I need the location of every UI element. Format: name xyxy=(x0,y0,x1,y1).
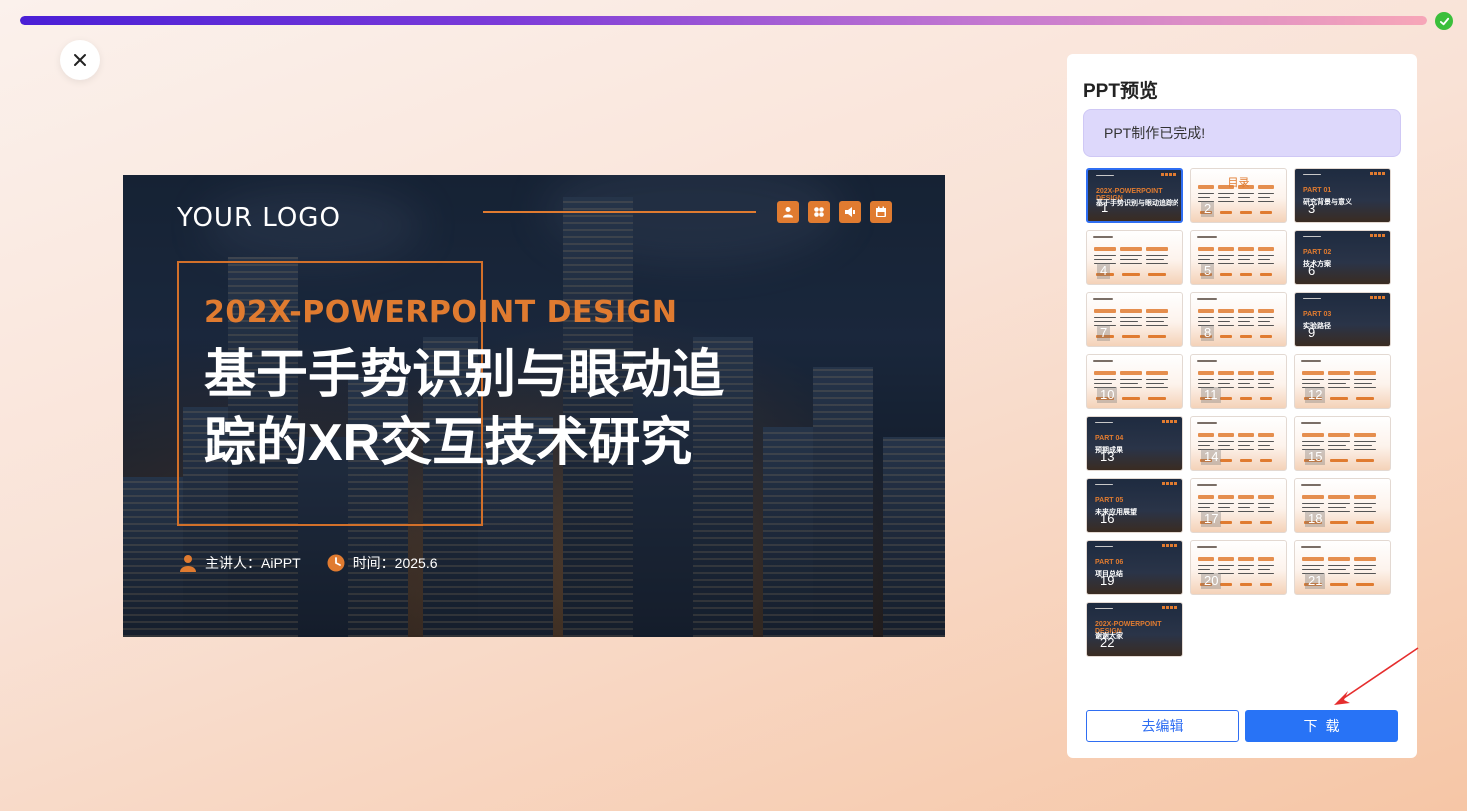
thumbnail-number: 19 xyxy=(1100,573,1115,588)
slide-subtitle: 202X-POWERPOINT DESIGN xyxy=(204,295,678,330)
thumbnail-part: PART 03 xyxy=(1303,311,1332,318)
slide-thumbnail[interactable]: 8 xyxy=(1190,292,1287,347)
slide-thumbnail[interactable]: 15 xyxy=(1294,416,1391,471)
slide-thumbnail[interactable]: PART 02 技术方案 6 xyxy=(1294,230,1391,285)
time-info: 时间：2025.6 xyxy=(327,553,438,573)
slide-thumbnail[interactable]: 目录 2 xyxy=(1190,168,1287,223)
slide-thumbnail[interactable]: 21 xyxy=(1294,540,1391,595)
download-button[interactable]: 下载 xyxy=(1245,710,1398,742)
thumbnail-part: PART 02 xyxy=(1303,249,1332,256)
progress-bar xyxy=(20,16,1427,25)
thumbnail-number: 3 xyxy=(1308,201,1316,216)
thumbnail-number: 1 xyxy=(1101,200,1109,215)
slide-meta: 主讲人：AiPPT 时间：2025.6 xyxy=(179,553,438,573)
thumbnail-number: 17 xyxy=(1201,511,1222,527)
thumbnail-number: 18 xyxy=(1305,511,1326,527)
slide-thumbnail[interactable]: 5 xyxy=(1190,230,1287,285)
slide-thumbnail[interactable]: PART 05 未来应用展望 16 xyxy=(1086,478,1183,533)
thumbnail-number: 14 xyxy=(1201,449,1222,465)
thumbnail-number: 22 xyxy=(1100,635,1115,650)
status-text: PPT制作已完成! xyxy=(1104,125,1206,141)
slide-thumbnail[interactable]: PART 04 预期成果 13 xyxy=(1086,416,1183,471)
slide-preview: YOUR LOGO 202X-POWERPOINT DESIGN 基于手势识别与… xyxy=(123,175,945,637)
slide-thumbnail[interactable]: 20 xyxy=(1190,540,1287,595)
thumbnail-number: 2 xyxy=(1201,201,1215,217)
slide-title: 基于手势识别与眼动追 踪的XR交互技术研究 xyxy=(204,341,804,477)
thumbnail-number: 13 xyxy=(1100,449,1115,464)
slide-icon-row xyxy=(777,201,892,223)
slide-thumbnail[interactable]: 10 xyxy=(1086,354,1183,409)
slide-thumbnail[interactable]: 4 xyxy=(1086,230,1183,285)
thumbnail-part: PART 05 xyxy=(1095,497,1124,504)
slide-thumbnail[interactable]: 11 xyxy=(1190,354,1287,409)
close-button[interactable] xyxy=(60,40,100,80)
slide-thumbnail[interactable]: 18 xyxy=(1294,478,1391,533)
thumbnail-number: 20 xyxy=(1201,573,1222,589)
clock-icon xyxy=(327,554,345,572)
clover-icon xyxy=(808,201,830,223)
check-circle-icon xyxy=(1435,12,1453,30)
presenter-text: 主讲人：AiPPT xyxy=(205,555,301,571)
logo-divider xyxy=(483,211,756,213)
thumbnail-part: PART 04 xyxy=(1095,435,1124,442)
user-icon xyxy=(777,201,799,223)
presenter-info: 主讲人：AiPPT xyxy=(179,553,301,573)
thumbnail-number: 21 xyxy=(1305,573,1326,589)
thumbnail-number: 12 xyxy=(1305,387,1326,403)
status-message: PPT制作已完成! xyxy=(1083,109,1401,157)
thumbnail-number: 8 xyxy=(1201,325,1215,341)
thumbnail-part: PART 01 xyxy=(1303,187,1332,194)
slide-thumbnail[interactable]: 202X-POWERPOINT DESIGN基于手势识别与眼动追踪的XR交互技术… xyxy=(1086,168,1183,223)
slide-title-line1: 基于手势识别与眼动追 xyxy=(204,346,725,404)
slide-logo: YOUR LOGO xyxy=(177,203,341,233)
slide-thumbnail[interactable]: 202X-POWERPOINT DESIGN 谢谢大家 22 xyxy=(1086,602,1183,657)
panel-title: PPT预览 xyxy=(1083,81,1158,102)
thumbnail-number: 4 xyxy=(1097,263,1111,279)
thumbnail-number: 11 xyxy=(1201,387,1221,403)
calendar-icon xyxy=(870,201,892,223)
slide-thumbnail[interactable]: 17 xyxy=(1190,478,1287,533)
slide-thumbnail[interactable]: 7 xyxy=(1086,292,1183,347)
thumbnail-number: 9 xyxy=(1308,325,1316,340)
thumbnail-part: PART 06 xyxy=(1095,559,1124,566)
thumbnail-grid: 202X-POWERPOINT DESIGN基于手势识别与眼动追踪的XR交互技术… xyxy=(1086,168,1396,657)
thumbnail-number: 5 xyxy=(1201,263,1215,279)
edit-button[interactable]: 去编辑 xyxy=(1086,710,1239,742)
thumbnail-number: 16 xyxy=(1100,511,1115,526)
thumbnail-number: 10 xyxy=(1097,387,1118,403)
slide-thumbnail[interactable]: 12 xyxy=(1294,354,1391,409)
person-icon xyxy=(180,555,196,572)
slide-thumbnail[interactable]: PART 06 项目总结 19 xyxy=(1086,540,1183,595)
slide-thumbnail[interactable]: PART 01 研究背景与意义 3 xyxy=(1294,168,1391,223)
time-text: 时间：2025.6 xyxy=(352,555,438,571)
thumbnail-number: 7 xyxy=(1097,325,1111,341)
annotation-arrow-icon xyxy=(1334,647,1419,705)
slide-title-line2: 踪的XR交互技术研究 xyxy=(204,414,693,472)
slide-thumbnail[interactable]: PART 03 实验路径 9 xyxy=(1294,292,1391,347)
close-icon xyxy=(74,54,86,66)
progress-fill xyxy=(20,16,1427,25)
speaker-icon xyxy=(839,201,861,223)
thumbnail-number: 15 xyxy=(1305,449,1326,465)
slide-thumbnail[interactable]: 14 xyxy=(1190,416,1287,471)
thumbnail-number: 6 xyxy=(1308,263,1316,278)
